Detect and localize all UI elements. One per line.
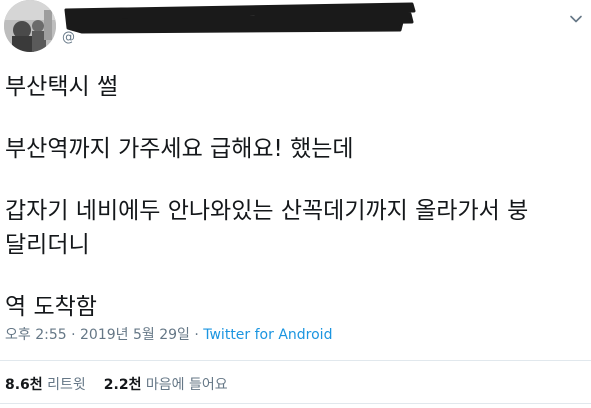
likes-stat[interactable]: 2.2천 마음에 들어요 xyxy=(104,377,228,393)
divider xyxy=(0,360,591,361)
meta-separator: · xyxy=(189,327,204,343)
tweet-header: @ xyxy=(0,0,591,60)
tweet-source-link[interactable]: Twitter for Android xyxy=(203,327,332,343)
tweet-text: 부산택시 썰 부산역까지 가주세요 급해요! 했는데 갑자기 네비에두 안나와있… xyxy=(5,70,585,324)
tweet-line: 갑자기 네비에두 안나와있는 산꼭데기까지 올라가서 붕 xyxy=(5,198,529,224)
chevron-down-icon[interactable] xyxy=(569,12,583,26)
tweet-line: 역 도착함 xyxy=(5,294,97,320)
tweet-line: 부산역까지 가주세요 급해요! 했는데 xyxy=(5,136,354,162)
divider xyxy=(0,403,591,404)
retweets-label: 리트윗 xyxy=(47,377,86,393)
retweets-stat[interactable]: 8.6천 리트윗 xyxy=(5,377,86,393)
author-handle[interactable]: @ xyxy=(62,30,75,45)
retweets-count: 8.6천 xyxy=(5,377,43,393)
redacted-name-scribble xyxy=(64,2,416,34)
tweet-timestamp[interactable]: 오후 2:55 · 2019년 5월 29일 xyxy=(5,327,190,343)
tweet-meta: 오후 2:55 · 2019년 5월 29일 · Twitter for And… xyxy=(5,324,332,344)
tweet-line: 부산택시 썰 xyxy=(5,74,119,100)
profile-photo-icon xyxy=(4,0,56,52)
avatar[interactable] xyxy=(4,0,56,52)
tweet-line: 달리더니 xyxy=(5,232,90,258)
likes-label: 마음에 들어요 xyxy=(145,377,228,393)
tweet-stats: 8.6천 리트윗 2.2천 마음에 들어요 xyxy=(5,374,246,394)
likes-count: 2.2천 xyxy=(103,377,142,393)
